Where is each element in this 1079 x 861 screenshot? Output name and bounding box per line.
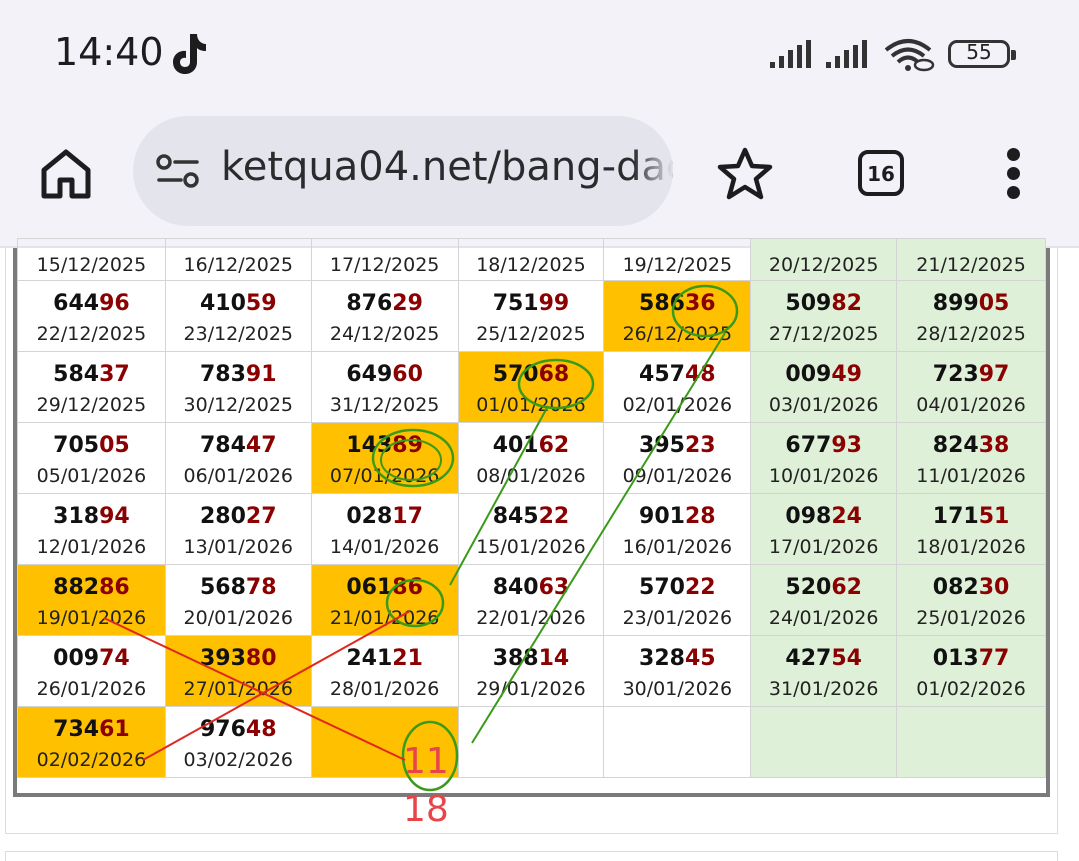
browser-toolbar: ketqua04.net/bang-dac-biet 16 [0, 100, 1079, 248]
tiktok-icon [173, 34, 206, 74]
annotation-layer: 11 18 [103, 284, 739, 830]
annotation-circle [380, 439, 442, 481]
annotation-line [142, 610, 411, 761]
status-bar: 14:40 55 [0, 0, 1079, 100]
home-icon[interactable] [40, 148, 92, 200]
annotation-circle [517, 358, 595, 410]
site-settings-icon[interactable] [155, 154, 201, 188]
status-time: 14:40 [54, 30, 164, 74]
cell-signal-2-icon [826, 40, 867, 68]
annotation-guess-bottom: 18 [403, 789, 449, 830]
annotation-line [449, 405, 549, 586]
more-menu-icon[interactable] [1000, 148, 1028, 200]
bookmark-star-icon[interactable] [716, 146, 774, 202]
url-fade [633, 116, 673, 226]
annotation-line [471, 332, 726, 744]
tab-count: 16 [867, 162, 895, 186]
battery-icon: 55 [948, 40, 1016, 68]
cell-signal-icon [770, 40, 811, 68]
annotation-circle [671, 284, 739, 338]
annotation-guess-top: 11 [403, 741, 449, 782]
address-bar[interactable]: ketqua04.net/bang-dac-biet [133, 116, 673, 226]
battery-level: 55 [966, 40, 992, 64]
tab-switcher-button[interactable]: 16 [858, 150, 904, 196]
url-text[interactable]: ketqua04.net/bang-dac-biet [221, 144, 673, 190]
results-page: 15/12/2025 16/12/2025 17/12/2025 18/12/2025… [0, 238, 1079, 861]
wifi-icon [884, 39, 935, 72]
